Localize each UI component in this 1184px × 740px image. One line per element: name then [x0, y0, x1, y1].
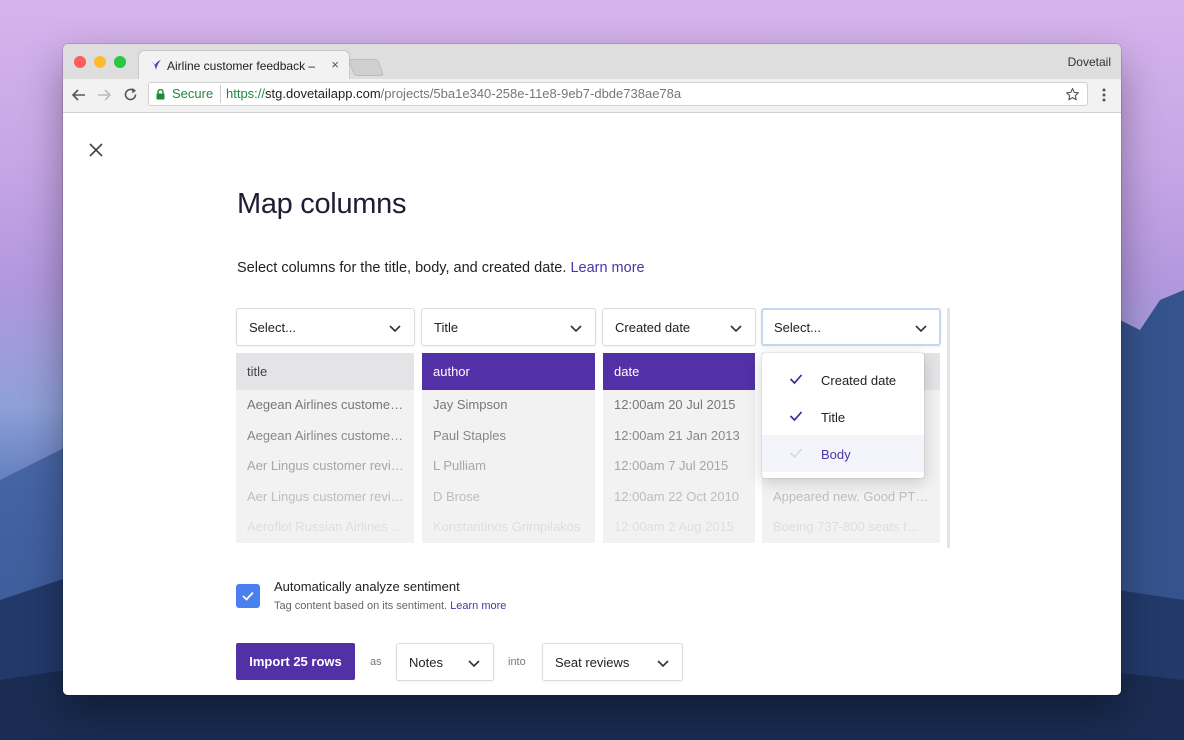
checkmark-icon: [242, 591, 254, 601]
profile-name[interactable]: Dovetail: [1068, 55, 1111, 69]
chevron-down-icon: [915, 325, 927, 333]
close-window-button[interactable]: [74, 56, 86, 68]
learn-more-link[interactable]: Learn more: [570, 260, 644, 276]
chevron-down-icon: [389, 325, 401, 333]
column-cell: 12:00am 20 Jul 2015: [614, 397, 736, 412]
columns-scrollbar[interactable]: [947, 308, 950, 548]
sentiment-learn-more-link[interactable]: Learn more: [450, 600, 506, 612]
back-arrow-icon[interactable]: [72, 88, 86, 102]
column-cell: 12:00am 2 Aug 2015: [614, 519, 734, 534]
column-4-select[interactable]: Select...: [761, 308, 941, 346]
column-cell: Aer Lingus customer review: [247, 458, 408, 473]
chevron-down-icon: [468, 660, 480, 668]
chevron-down-icon: [730, 325, 742, 333]
page-description: Select columns for the title, body, and …: [237, 260, 645, 276]
column-cell: Aeroflot Russian Airlines customer revie…: [247, 519, 414, 534]
tab-close-icon[interactable]: ×: [331, 57, 339, 72]
column-cell: 12:00am 21 Jan 2013: [614, 427, 740, 443]
into-label: into: [508, 656, 526, 668]
secure-label: Secure: [172, 86, 214, 101]
column-cell: Paul Staples: [433, 427, 506, 443]
tab-bar: Airline customer feedback – Do × Dovetai…: [63, 44, 1121, 79]
column-3-preview: date 12:00am 20 Jul 2015 12:00am 21 Jan …: [603, 353, 755, 543]
column-cell: Aegean Airlines customer review: [247, 427, 414, 443]
column-cell: Boeing 737-800 seats f...: [773, 519, 918, 534]
column-cell: Appeared new. Good PTV screens: [773, 488, 940, 504]
checkmark-icon: [789, 374, 803, 385]
column-cell: L Pulliam: [433, 458, 486, 473]
column-cell: Aer Lingus customer review: [247, 488, 408, 504]
menu-item-body[interactable]: Body: [762, 435, 924, 472]
bookmark-star-icon[interactable]: [1065, 87, 1080, 102]
address-divider: [220, 85, 221, 103]
reload-icon[interactable]: [123, 87, 138, 102]
browser-menu-icon[interactable]: [1102, 87, 1106, 103]
chevron-down-icon: [570, 325, 582, 333]
column-type-dropdown-menu: Created date Title Body: [762, 353, 924, 478]
address-bar[interactable]: Secure https://stg.dovetailapp.com/proje…: [148, 82, 1088, 106]
import-button[interactable]: Import 25 rows: [236, 643, 355, 680]
maximize-window-button[interactable]: [114, 56, 126, 68]
new-tab-button[interactable]: [347, 59, 385, 76]
checkmark-icon: [789, 448, 803, 459]
lock-icon: [156, 89, 165, 100]
column-cell: 12:00am 7 Jul 2015: [614, 458, 729, 473]
column-3-select[interactable]: Created date: [602, 308, 756, 346]
column-header: date: [603, 353, 755, 390]
as-label: as: [370, 656, 382, 668]
sentiment-label[interactable]: Automatically analyze sentiment: [274, 579, 460, 594]
page-content: Map columns Select columns for the title…: [63, 113, 1121, 695]
column-cell: D Brose: [433, 488, 480, 504]
forward-arrow-icon[interactable]: [97, 88, 111, 102]
page-title: Map columns: [237, 188, 407, 220]
column-2-preview: author Jay Simpson Paul Staples L Pullia…: [422, 353, 595, 543]
column-1-select[interactable]: Select...: [236, 308, 415, 346]
menu-item-created-date[interactable]: Created date: [762, 361, 924, 398]
tab-title: Airline customer feedback – Do: [167, 59, 317, 73]
import-type-select[interactable]: Notes: [396, 643, 494, 681]
project-select[interactable]: Seat reviews: [542, 643, 683, 681]
column-cell: Aegean Airlines customer review: [247, 397, 414, 412]
browser-tab[interactable]: Airline customer feedback – Do ×: [138, 50, 350, 79]
column-1-preview: title Aegean Airlines customer review Ae…: [236, 353, 414, 543]
browser-window: Airline customer feedback – Do × Dovetai…: [63, 44, 1121, 695]
minimize-window-button[interactable]: [94, 56, 106, 68]
sentiment-checkbox[interactable]: [236, 584, 260, 608]
sentiment-help: Tag content based on its sentiment. Lear…: [274, 600, 507, 612]
menu-item-title[interactable]: Title: [762, 398, 924, 435]
chevron-down-icon: [657, 660, 669, 668]
url-text: https://stg.dovetailapp.com/projects/5ba…: [226, 86, 682, 101]
column-cell: Jay Simpson: [433, 397, 508, 412]
column-2-select[interactable]: Title: [421, 308, 596, 346]
column-cell: Konstantinos Grimpilakos: [433, 519, 581, 534]
dovetail-logo-icon: [148, 60, 161, 70]
checkmark-icon: [789, 411, 803, 422]
close-icon[interactable]: [89, 143, 103, 157]
column-cell: 12:00am 22 Oct 2010: [614, 488, 740, 504]
description-text: Select columns for the title, body, and …: [237, 260, 567, 276]
browser-toolbar: Secure https://stg.dovetailapp.com/proje…: [63, 79, 1121, 113]
column-header: author: [422, 353, 595, 390]
column-header: title: [236, 353, 414, 390]
